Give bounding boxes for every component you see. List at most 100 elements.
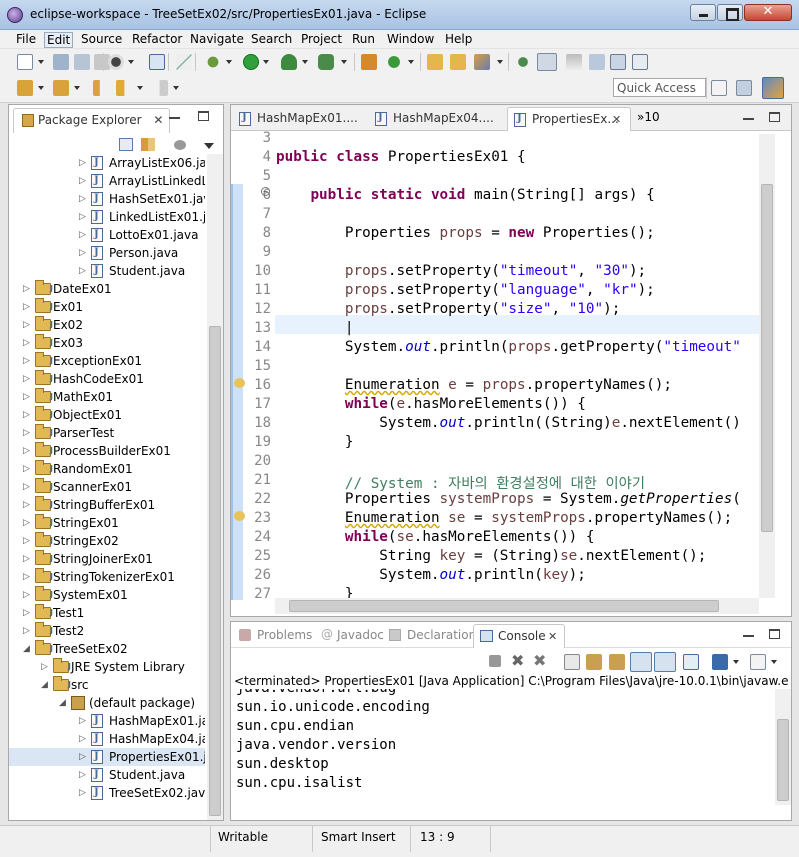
collapsed-twistie-icon[interactable]: ▷	[23, 352, 30, 370]
link-with-editor-icon[interactable]	[141, 138, 155, 151]
new-java-class-icon[interactable]	[386, 54, 402, 70]
open-console-icon[interactable]	[750, 654, 766, 670]
collapsed-twistie-icon[interactable]: ▷	[23, 568, 30, 586]
menu-search[interactable]: Search	[249, 32, 294, 46]
tree-item[interactable]: ▷ DateEx01	[9, 280, 205, 298]
expanded-twistie-icon[interactable]: ◢	[41, 676, 48, 694]
close-icon[interactable]: ✕	[612, 113, 621, 126]
clear-console-icon[interactable]	[564, 654, 580, 670]
tree-item[interactable]: ▷ HashSetEx01.java	[9, 190, 205, 208]
collapsed-twistie-icon[interactable]: ▷	[79, 208, 86, 226]
collapsed-twistie-icon[interactable]: ▷	[79, 190, 86, 208]
remove-launch-icon[interactable]: ✖	[511, 653, 527, 670]
package-explorer-tab[interactable]: Package Explorer ✕	[13, 108, 171, 133]
tree-item[interactable]: ▷ Student.java	[9, 766, 205, 784]
menu-source[interactable]: Source	[79, 32, 124, 46]
tree-item[interactable]: ▷ ParserTest	[9, 424, 205, 442]
focus-icon[interactable]	[174, 140, 186, 150]
tab-javadoc[interactable]: @ Javadoc	[313, 624, 390, 648]
last-edit-icon[interactable]	[93, 80, 109, 96]
tree-item[interactable]: ▷ HashMapEx01.java	[9, 712, 205, 730]
debug-icon[interactable]	[205, 54, 221, 70]
menu-project[interactable]: Project	[299, 32, 344, 46]
skip-breakpoints-icon[interactable]	[176, 54, 192, 70]
tree-item[interactable]: ▷ Ex02	[9, 316, 205, 334]
console-output[interactable]: java.vendor.url.bugsun.io.unicode.encodi…	[231, 689, 775, 805]
collapsed-twistie-icon[interactable]: ▷	[23, 298, 30, 316]
display-console-icon[interactable]	[712, 654, 728, 670]
java-ee-perspective-icon[interactable]	[736, 80, 752, 96]
collapsed-twistie-icon[interactable]: ▷	[23, 496, 30, 514]
collapsed-twistie-icon[interactable]: ▷	[41, 658, 48, 676]
tab-propertiesex01[interactable]: PropertiesEx...✕	[507, 107, 631, 131]
highlight-icon[interactable]	[537, 53, 557, 71]
user-icon[interactable]	[108, 54, 124, 70]
open-perspective-icon[interactable]	[711, 80, 727, 96]
tree-item[interactable]: ▷JRE System Library[Java	[9, 658, 205, 676]
forward-nav-icon[interactable]	[152, 80, 168, 96]
tree-item[interactable]: ▷ Person.java	[9, 244, 205, 262]
maximize-view-icon[interactable]	[198, 111, 209, 121]
word-wrap-icon[interactable]	[609, 654, 625, 670]
minimize-view-icon[interactable]	[743, 635, 754, 637]
search-icon[interactable]	[474, 54, 490, 70]
next-annotation-icon[interactable]	[17, 80, 33, 96]
collapsed-twistie-icon[interactable]: ▷	[79, 262, 86, 280]
tab-hashmapex01[interactable]: HashMapEx01....	[233, 107, 363, 131]
terminal-icon[interactable]	[149, 54, 165, 70]
tab-overflow[interactable]: »10	[637, 110, 660, 124]
collapsed-twistie-icon[interactable]: ▷	[23, 478, 30, 496]
tree-item[interactable]: ▷ StringTokenizerEx01	[9, 568, 205, 586]
new-java-package-icon[interactable]	[361, 54, 377, 70]
collapsed-twistie-icon[interactable]: ▷	[23, 550, 30, 568]
tree-item[interactable]: ▷ TreeSetEx02.java	[9, 784, 205, 802]
maximize-button[interactable]	[717, 4, 743, 21]
tree-item[interactable]: ▷ StringBufferEx01	[9, 496, 205, 514]
tree-item[interactable]: ▷ HashCodeEx01	[9, 370, 205, 388]
quick-access-input[interactable]: Quick Access	[613, 78, 706, 97]
collapsed-twistie-icon[interactable]: ▷	[79, 730, 86, 748]
tree-item[interactable]: ▷ Student.java	[9, 262, 205, 280]
expanded-twistie-icon[interactable]: ◢	[59, 694, 66, 712]
collapsed-twistie-icon[interactable]: ▷	[23, 388, 30, 406]
collapsed-twistie-icon[interactable]: ▷	[23, 406, 30, 424]
minimize-view-icon[interactable]	[169, 117, 180, 119]
collapsed-twistie-icon[interactable]: ▷	[23, 442, 30, 460]
pin-console-icon[interactable]	[683, 654, 699, 670]
tree-item[interactable]: ▷ ArrayListLinkedList	[9, 172, 205, 190]
maximize-view-icon[interactable]	[769, 112, 780, 122]
explorer-scroll-thumb[interactable]	[209, 326, 221, 816]
tree-item[interactable]: ▷ Test1	[9, 604, 205, 622]
terminate-icon[interactable]	[489, 655, 501, 667]
editor-vscrollbar[interactable]	[759, 134, 775, 598]
forward-icon[interactable]	[566, 54, 582, 70]
tree-item[interactable]: ▷ ObjectEx01	[9, 406, 205, 424]
back-icon[interactable]	[116, 80, 132, 96]
menu-refactor[interactable]: Refactor	[130, 32, 184, 46]
minimize-button[interactable]	[690, 4, 716, 21]
collapsed-twistie-icon[interactable]: ▷	[23, 334, 30, 352]
console-vscrollbar[interactable]	[775, 689, 791, 805]
tree-item[interactable]: ▷ ProcessBuilderEx01	[9, 442, 205, 460]
coverage-icon[interactable]	[281, 54, 297, 70]
collapsed-twistie-icon[interactable]: ▷	[23, 586, 30, 604]
scroll-lock-icon[interactable]	[586, 654, 602, 670]
collapsed-twistie-icon[interactable]: ▷	[23, 532, 30, 550]
expanded-twistie-icon[interactable]: ◢	[23, 640, 30, 658]
tree-item[interactable]: ▷ Ex03	[9, 334, 205, 352]
collapsed-twistie-icon[interactable]: ▷	[79, 244, 86, 262]
pilcrow-icon[interactable]	[632, 54, 648, 70]
explorer-scrollbar[interactable]	[207, 154, 223, 820]
menu-edit[interactable]: Edit	[44, 32, 74, 48]
close-icon[interactable]: ✕	[548, 630, 557, 643]
tree-item[interactable]: ▷ SystemEx01	[9, 586, 205, 604]
tree-item[interactable]: ◢ src	[9, 676, 205, 694]
collapsed-twistie-icon[interactable]: ▷	[79, 226, 86, 244]
collapsed-twistie-icon[interactable]: ▷	[79, 784, 86, 802]
view-menu-icon[interactable]	[204, 143, 214, 149]
menu-navigate[interactable]: Navigate	[188, 32, 246, 46]
tree-item[interactable]: ▷ HashMapEx04.java	[9, 730, 205, 748]
show-whitespace-icon[interactable]	[589, 54, 605, 70]
collapsed-twistie-icon[interactable]: ▷	[23, 460, 30, 478]
tree-item[interactable]: ◢ (default package)	[9, 694, 205, 712]
